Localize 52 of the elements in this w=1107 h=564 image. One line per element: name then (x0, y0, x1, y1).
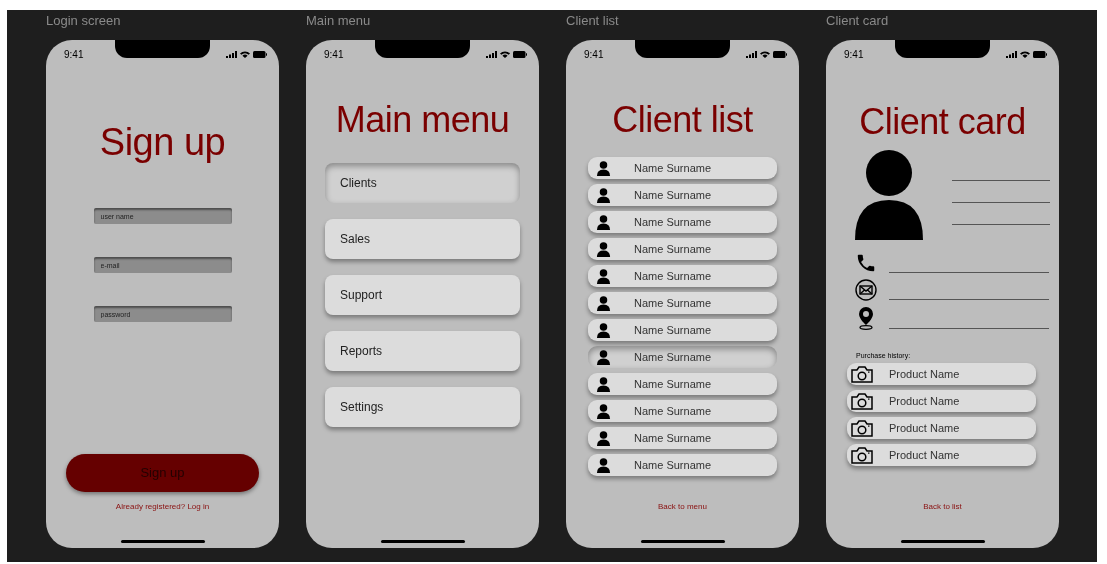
menu-item[interactable]: Clients (325, 163, 520, 203)
status-time: 9:41 (584, 49, 604, 61)
frame-label: Main menu (306, 14, 372, 28)
menu-item[interactable]: Sales (325, 219, 520, 259)
client-name: Name Surname (634, 349, 712, 365)
client-row[interactable]: Name Surname (588, 400, 777, 422)
client-row[interactable]: Name Surname (588, 292, 777, 314)
client-row[interactable]: Name Surname (588, 265, 777, 287)
product-name: Product Name (889, 420, 960, 436)
product-name: Product Name (889, 366, 960, 382)
client-row[interactable]: Name Surname (588, 238, 777, 260)
product-name: Product Name (889, 447, 960, 463)
product-row[interactable]: Product Name (847, 444, 1036, 466)
client-row[interactable]: Name Surname (588, 427, 777, 449)
menu-item[interactable]: Settings (325, 387, 520, 427)
client-row[interactable]: Name Surname (588, 454, 777, 476)
status-time: 9:41 (324, 49, 344, 61)
product-row[interactable]: Product Name (847, 363, 1036, 385)
screen-title: Client card (858, 101, 1027, 143)
client-row[interactable]: Name Surname (588, 373, 777, 395)
client-name: Name Surname (634, 187, 712, 203)
product-row[interactable]: Product Name (847, 390, 1036, 412)
frame-label: Login screen (46, 14, 122, 28)
screen-title: Main menu (334, 99, 511, 141)
status-time: 9:41 (844, 49, 864, 61)
client-name: Name Surname (634, 457, 712, 473)
text-link[interactable]: Back to menu (658, 502, 707, 512)
menu-item[interactable]: Reports (325, 331, 520, 371)
client-name: Name Surname (634, 403, 712, 419)
client-row[interactable]: Name Surname (588, 184, 777, 206)
product-name: Product Name (889, 393, 960, 409)
text-link[interactable]: Back to list (923, 502, 962, 512)
frame-label: Client list (566, 14, 620, 28)
client-name: Name Surname (634, 376, 712, 392)
screen-title: Client list (611, 99, 754, 141)
client-row[interactable]: Name Surname (588, 319, 777, 341)
client-name: Name Surname (634, 160, 712, 176)
screen-title: Sign up (98, 120, 227, 164)
client-name: Name Surname (634, 214, 712, 230)
client-name: Name Surname (634, 430, 712, 446)
client-row[interactable]: Name Surname (588, 157, 777, 179)
status-time: 9:41 (64, 49, 84, 61)
client-row[interactable]: Name Surname (588, 346, 777, 368)
client-name: Name Surname (634, 322, 712, 338)
client-name: Name Surname (634, 268, 712, 284)
product-row[interactable]: Product Name (847, 417, 1036, 439)
client-name: Name Surname (634, 295, 712, 311)
client-name: Name Surname (634, 241, 712, 257)
client-row[interactable]: Name Surname (588, 211, 777, 233)
menu-item[interactable]: Support (325, 275, 520, 315)
text-link[interactable]: Already registered? Log in (115, 502, 210, 512)
frame-label: Client card (826, 14, 890, 28)
